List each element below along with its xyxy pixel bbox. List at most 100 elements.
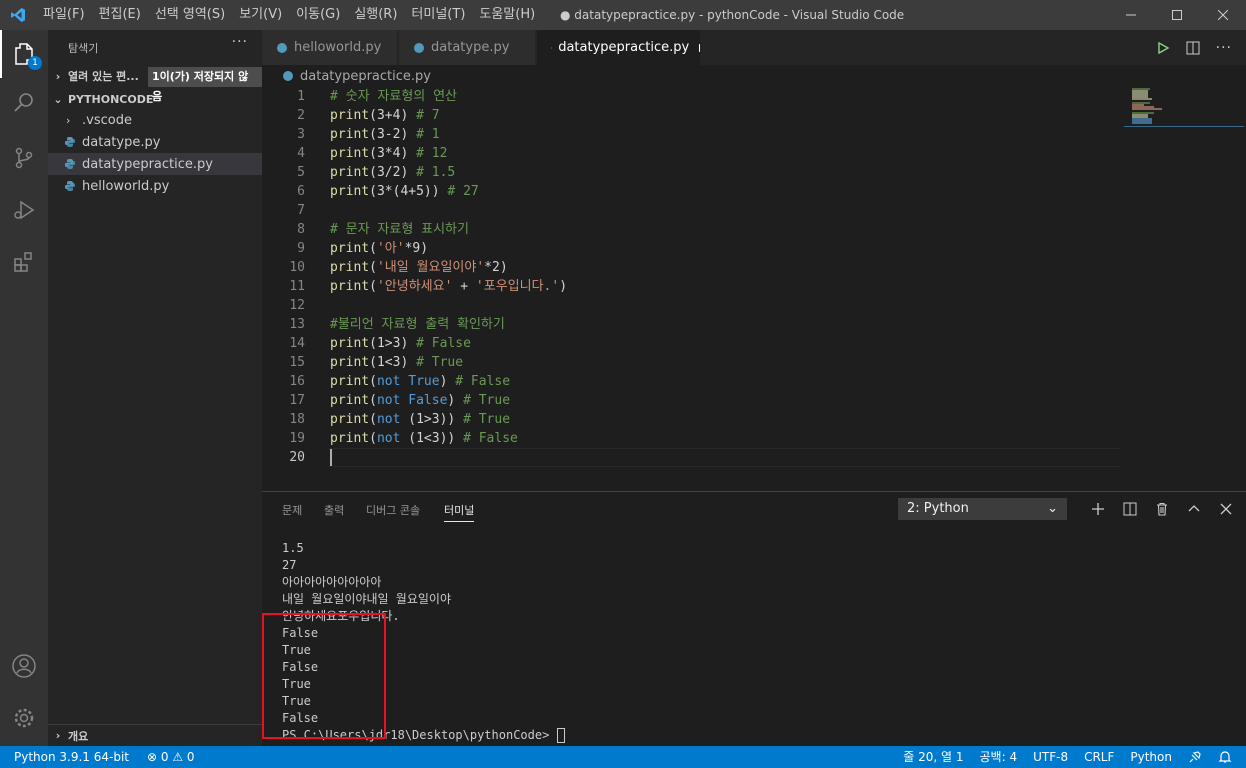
code-token: *2) bbox=[484, 260, 508, 275]
code-token: (1<3)) bbox=[408, 431, 464, 446]
run-debug-icon[interactable] bbox=[0, 186, 48, 234]
line-ending[interactable]: CRLF bbox=[1084, 746, 1114, 768]
terminal-line: 27 bbox=[282, 558, 297, 572]
breadcrumb-file[interactable]: datatypepractice.py bbox=[300, 69, 431, 84]
code-token: print bbox=[330, 260, 370, 275]
tab-datatypepractice[interactable]: datatypepractice.py bbox=[537, 30, 701, 65]
trash-icon[interactable] bbox=[1146, 498, 1178, 520]
close-panel-icon[interactable] bbox=[1210, 498, 1242, 520]
bell-icon[interactable] bbox=[1218, 750, 1232, 764]
code-token: print bbox=[330, 336, 370, 351]
minimize-button[interactable] bbox=[1108, 0, 1154, 30]
code-token: ( bbox=[369, 279, 377, 294]
menu-selection[interactable]: 선택 영역(S) bbox=[148, 0, 232, 30]
chevron-right-icon: › bbox=[55, 729, 61, 742]
code-token: ( bbox=[369, 260, 377, 275]
split-terminal-icon[interactable] bbox=[1114, 498, 1146, 520]
line-number: 19 bbox=[289, 431, 305, 446]
minimap[interactable] bbox=[1128, 87, 1232, 127]
code-token: #불리언 자료형 출력 확인하기 bbox=[330, 317, 505, 332]
close-window-button[interactable] bbox=[1200, 0, 1246, 30]
code-token: ( bbox=[369, 393, 377, 408]
tree-item-datatype[interactable]: datatype.py bbox=[48, 131, 262, 153]
code-token: # True bbox=[416, 355, 464, 370]
code-token: print bbox=[330, 412, 370, 427]
code-token: not bbox=[376, 431, 409, 446]
menu-file[interactable]: 파일(F) bbox=[36, 0, 92, 30]
outline-section[interactable]: › 개요 bbox=[48, 724, 262, 746]
code-token: True bbox=[408, 374, 440, 389]
menu-run[interactable]: 실행(R) bbox=[347, 0, 404, 30]
window-title: ● datatypepractice.py - pythonCode - Vis… bbox=[560, 8, 905, 22]
code-token: # False bbox=[463, 431, 518, 446]
code-line: 6 print(3*(4+5)) # 27 bbox=[262, 182, 1122, 201]
tree-item-label: .vscode bbox=[82, 112, 132, 128]
menu-go[interactable]: 이동(G) bbox=[289, 0, 347, 30]
extensions-icon[interactable] bbox=[0, 238, 48, 286]
code-token: ) bbox=[559, 279, 568, 294]
more-actions-icon[interactable]: ··· bbox=[1216, 40, 1232, 56]
code-token: (1>3)) bbox=[408, 412, 464, 427]
code-line: 17 print(not False) # True bbox=[262, 391, 1122, 410]
tab-output[interactable]: 출력 bbox=[324, 502, 344, 522]
split-editor-icon[interactable] bbox=[1186, 41, 1200, 55]
accounts-icon[interactable] bbox=[0, 642, 48, 690]
problems-count[interactable]: ⊗ 0 ⚠ 0 bbox=[147, 746, 195, 768]
maximize-panel-icon[interactable] bbox=[1178, 498, 1210, 520]
tab-helloworld[interactable]: helloworld.py bbox=[262, 30, 398, 65]
cursor-position[interactable]: 줄 20, 열 1 bbox=[903, 746, 963, 768]
menu-terminal[interactable]: 터미널(T) bbox=[404, 0, 472, 30]
code-line: 8 # 문자 자료형 표시하기 bbox=[262, 220, 1122, 239]
unsaved-dot-icon[interactable] bbox=[699, 43, 700, 52]
tab-label: helloworld.py bbox=[294, 40, 382, 55]
search-icon[interactable] bbox=[0, 78, 48, 126]
panel-actions bbox=[1082, 498, 1242, 520]
line-number: 7 bbox=[297, 203, 305, 218]
explorer-icon[interactable]: 1 bbox=[0, 30, 48, 78]
tree-item-datatypepractice[interactable]: datatypepractice.py bbox=[48, 153, 262, 175]
line-number: 15 bbox=[289, 355, 305, 370]
code-token: print bbox=[330, 355, 370, 370]
indentation[interactable]: 공백: 4 bbox=[980, 746, 1018, 768]
code-editor[interactable]: 1 # 숫자 자료형의 연산 2 print(3+4) # 7 3 print(3-2… bbox=[262, 87, 1246, 491]
feedback-icon[interactable] bbox=[1188, 750, 1202, 764]
code-token: '안녕하세요' bbox=[376, 279, 453, 294]
encoding[interactable]: UTF-8 bbox=[1033, 746, 1068, 768]
code-token: '포우입니다.' bbox=[475, 279, 560, 294]
code-token: # 1.5 bbox=[416, 165, 456, 180]
menu-view[interactable]: 보기(V) bbox=[232, 0, 289, 30]
new-terminal-icon[interactable] bbox=[1082, 498, 1114, 520]
code-token: # False bbox=[455, 374, 511, 389]
terminal-line: 내일 월요일이야내일 월요일이야 bbox=[282, 592, 452, 606]
code-line: 13 #불리언 자료형 출력 확인하기 bbox=[262, 315, 1122, 334]
settings-gear-icon[interactable] bbox=[0, 694, 48, 742]
code-token: ) bbox=[447, 393, 464, 408]
source-control-icon[interactable] bbox=[0, 134, 48, 182]
run-python-icon[interactable] bbox=[1156, 41, 1170, 55]
python-interpreter[interactable]: Python 3.9.1 64-bit bbox=[14, 746, 129, 768]
tree-item-vscode[interactable]: › .vscode bbox=[48, 109, 262, 131]
open-editors-label: 열려 있는 편... bbox=[68, 70, 139, 83]
line-number: 14 bbox=[289, 336, 305, 351]
tree-item-helloworld[interactable]: helloworld.py bbox=[48, 175, 262, 197]
chevron-down-icon: ⌄ bbox=[1047, 501, 1058, 516]
project-folder-section[interactable]: ⌄ PYTHONCODE bbox=[48, 88, 262, 110]
maximize-button[interactable] bbox=[1154, 0, 1200, 30]
tab-label: datatypepractice.py bbox=[558, 40, 690, 55]
tab-debug-console[interactable]: 디버그 콘솔 bbox=[366, 502, 420, 522]
chevron-right-icon: › bbox=[66, 113, 71, 127]
code-token: '아' bbox=[376, 241, 405, 256]
code-token: print bbox=[330, 146, 370, 161]
code-token: print bbox=[330, 165, 370, 180]
more-actions-icon[interactable]: ··· bbox=[232, 34, 248, 50]
highlight-box bbox=[262, 613, 386, 739]
language-mode[interactable]: Python bbox=[1130, 746, 1172, 768]
tab-terminal[interactable]: 터미널 bbox=[444, 502, 475, 522]
terminal-selector[interactable]: 2: Python ⌄ bbox=[898, 498, 1067, 520]
menu-help[interactable]: 도움말(H) bbox=[472, 0, 542, 30]
python-file-icon bbox=[283, 71, 293, 81]
menu-edit[interactable]: 편집(E) bbox=[92, 0, 148, 30]
tab-datatype[interactable]: datatype.py bbox=[399, 30, 536, 65]
line-number: 20 bbox=[289, 450, 305, 465]
tab-problems[interactable]: 문제 bbox=[282, 502, 302, 522]
